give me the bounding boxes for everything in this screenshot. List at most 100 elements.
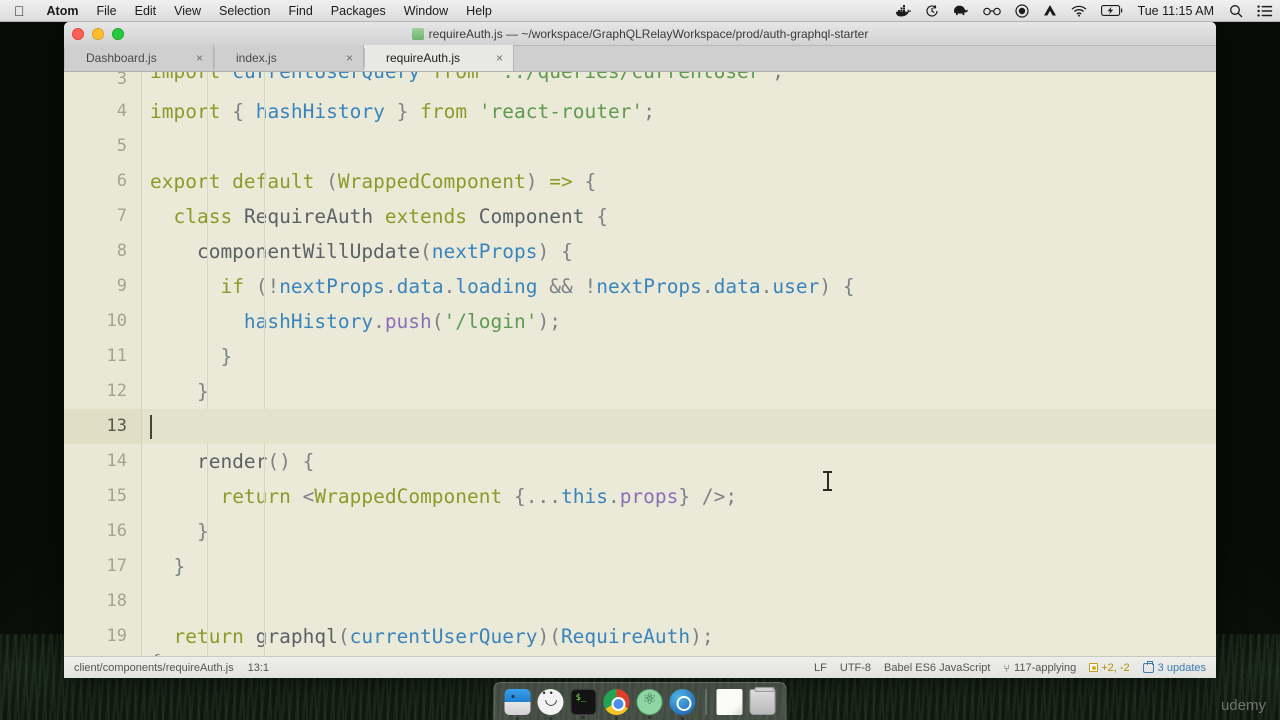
menubar-clock[interactable]: Tue 11:15 AM bbox=[1130, 4, 1222, 18]
dock-item-react-app[interactable] bbox=[637, 689, 663, 715]
code-line-10: hashHistory.push('/login'); bbox=[142, 304, 1216, 339]
tab-close-icon[interactable]: × bbox=[346, 51, 353, 65]
code-line-8: componentWillUpdate(nextProps) { bbox=[142, 234, 1216, 269]
battery-icon[interactable] bbox=[1094, 5, 1130, 16]
line-number: 14 bbox=[64, 444, 141, 479]
line-number: 9 bbox=[64, 269, 141, 304]
line-number: 3 bbox=[64, 72, 141, 94]
line-number: 19 bbox=[64, 619, 141, 654]
menu-item-view[interactable]: View bbox=[165, 4, 210, 18]
tab-index-js[interactable]: index.js × bbox=[214, 45, 364, 71]
tab-require-auth-js[interactable]: requireAuth.js × bbox=[364, 45, 514, 71]
statusbar-right: LF UTF-8 Babel ES6 JavaScript ⑂ 117-appl… bbox=[814, 662, 1206, 674]
menu-item-find[interactable]: Find bbox=[279, 4, 321, 18]
window-titlebar: requireAuth.js — ~/workspace/GraphQLRela… bbox=[64, 22, 1216, 46]
search-icon[interactable] bbox=[1222, 4, 1250, 18]
control-center-icon[interactable] bbox=[1250, 5, 1280, 17]
line-number: 16 bbox=[64, 514, 141, 549]
code-line-13-active bbox=[142, 409, 1216, 444]
status-cursor-position[interactable]: 13:1 bbox=[248, 662, 269, 674]
apple-icon[interactable]:  bbox=[0, 4, 38, 18]
record-icon[interactable] bbox=[1008, 4, 1036, 18]
code-editor[interactable]: 3 4 5 6 7 8 9 10 11 12 13 14 15 16 17 18… bbox=[64, 72, 1216, 656]
dock-item-trash[interactable] bbox=[750, 689, 776, 715]
code-line-12: } bbox=[142, 374, 1216, 409]
line-number: 6 bbox=[64, 164, 141, 199]
status-diff-badge[interactable]: +2, -2 bbox=[1089, 662, 1129, 674]
text-caret bbox=[150, 415, 152, 439]
dock-item-finder[interactable] bbox=[505, 689, 531, 715]
code-line-9: if (!nextProps.data.loading && !nextProp… bbox=[142, 269, 1216, 304]
wifi-icon[interactable] bbox=[1064, 5, 1094, 17]
window-title: requireAuth.js — ~/workspace/GraphQLRela… bbox=[64, 27, 1216, 41]
code-line-17: } bbox=[142, 549, 1216, 584]
line-number: 18 bbox=[64, 584, 141, 619]
line-number: 5 bbox=[64, 129, 141, 164]
status-line-ending[interactable]: LF bbox=[814, 662, 827, 674]
menu-item-file[interactable]: File bbox=[87, 4, 125, 18]
menu-item-selection[interactable]: Selection bbox=[210, 4, 279, 18]
editor-tabbar: Dashboard.js × index.js × requireAuth.js… bbox=[64, 46, 1216, 72]
code-line-15: return <WrappedComponent {...this.props}… bbox=[142, 479, 1216, 514]
docker-icon[interactable] bbox=[889, 4, 918, 17]
elephant-icon[interactable] bbox=[946, 4, 976, 17]
status-file-path[interactable]: client/components/requireAuth.js bbox=[74, 662, 234, 674]
code-line-5 bbox=[142, 129, 1216, 164]
line-number: 8 bbox=[64, 234, 141, 269]
running-indicator bbox=[648, 716, 651, 719]
git-branch-icon: ⑂ bbox=[1003, 663, 1010, 675]
code-line-16: } bbox=[142, 514, 1216, 549]
tab-label: index.js bbox=[236, 51, 277, 65]
tab-close-icon[interactable]: × bbox=[496, 51, 503, 65]
menu-item-help[interactable]: Help bbox=[457, 4, 501, 18]
status-updates-badge[interactable]: 3 updates bbox=[1143, 662, 1206, 674]
running-indicator bbox=[582, 716, 585, 719]
line-number-active: 13 bbox=[64, 409, 141, 444]
atom-editor-window: requireAuth.js — ~/workspace/GraphQLRela… bbox=[64, 22, 1216, 678]
menu-item-edit[interactable]: Edit bbox=[126, 4, 166, 18]
dock-item-chrome[interactable] bbox=[604, 689, 630, 715]
tab-label: Dashboard.js bbox=[86, 51, 157, 65]
dock-item-smiley-app[interactable] bbox=[538, 689, 564, 715]
status-grammar[interactable]: Babel ES6 JavaScript bbox=[884, 662, 990, 674]
line-number: 10 bbox=[64, 304, 141, 339]
editor-scrollbar[interactable] bbox=[1206, 72, 1216, 656]
google-drive-icon[interactable] bbox=[1036, 4, 1064, 17]
code-line-14: render() { bbox=[142, 444, 1216, 479]
menu-item-window[interactable]: Window bbox=[395, 4, 457, 18]
package-update-icon bbox=[1143, 663, 1154, 673]
line-number: 15 bbox=[64, 479, 141, 514]
status-branch[interactable]: ⑂ 117-applying bbox=[1003, 662, 1076, 674]
code-content[interactable]: import currentUserQuery from '../queries… bbox=[142, 72, 1216, 656]
status-encoding[interactable]: UTF-8 bbox=[840, 662, 871, 674]
glasses-icon[interactable] bbox=[976, 6, 1008, 16]
dock-item-quicktime[interactable] bbox=[670, 689, 696, 715]
status-updates-label: 3 updates bbox=[1158, 662, 1206, 674]
line-number: 7 bbox=[64, 199, 141, 234]
window-title-text: requireAuth.js — ~/workspace/GraphQLRela… bbox=[429, 27, 869, 41]
line-number: 4 bbox=[64, 94, 141, 129]
dock-item-document[interactable] bbox=[717, 689, 743, 715]
menu-item-packages[interactable]: Packages bbox=[322, 4, 395, 18]
tab-label: requireAuth.js bbox=[386, 51, 460, 65]
code-line-7: class RequireAuth extends Component { bbox=[142, 199, 1216, 234]
modified-dot-icon bbox=[1089, 663, 1098, 672]
editor-statusbar: client/components/requireAuth.js 13:1 LF… bbox=[64, 656, 1216, 678]
line-number: 12 bbox=[64, 374, 141, 409]
indent-guide bbox=[207, 72, 208, 656]
macos-dock bbox=[494, 682, 787, 720]
menu-item-atom[interactable]: Atom bbox=[38, 4, 88, 18]
indent-guide bbox=[264, 72, 265, 656]
status-branch-label: 117-applying bbox=[1014, 662, 1076, 674]
line-number: 11 bbox=[64, 339, 141, 374]
timer-icon[interactable] bbox=[918, 4, 946, 18]
macos-menubar:  Atom File Edit View Selection Find Pac… bbox=[0, 0, 1280, 22]
code-line-18 bbox=[142, 584, 1216, 619]
line-number: 17 bbox=[64, 549, 141, 584]
tab-close-icon[interactable]: × bbox=[196, 51, 203, 65]
code-line-19: return graphql(currentUserQuery)(Require… bbox=[142, 619, 1216, 654]
tab-dashboard-js[interactable]: Dashboard.js × bbox=[64, 45, 214, 71]
code-line-20: } bbox=[142, 654, 1216, 656]
status-diff-label: +2, -2 bbox=[1101, 662, 1129, 674]
dock-item-terminal[interactable] bbox=[571, 689, 597, 715]
